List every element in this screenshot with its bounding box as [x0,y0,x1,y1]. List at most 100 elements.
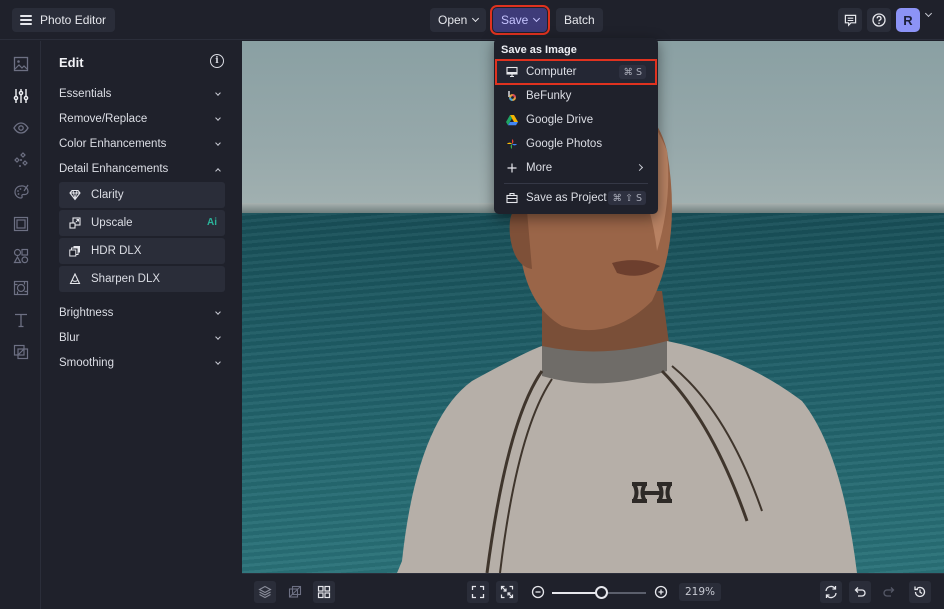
avatar[interactable]: R [896,8,920,32]
section-label: Smoothing [59,357,114,369]
compare-icon [288,585,302,598]
graphics-shapes-icon[interactable] [12,247,29,264]
app-title: Photo Editor [40,13,107,27]
tool-rail [0,41,41,609]
plus-icon [506,162,518,174]
section-brightness[interactable]: Brightness [59,302,225,324]
actual-size-button[interactable] [496,581,518,603]
befunky-logo-icon [506,90,518,102]
refresh-icon [825,585,837,599]
save-to-computer[interactable]: Computer ⌘ S [495,59,657,85]
panel-title: Edit [59,55,84,70]
save-as-project[interactable]: Save as Project ⌘ ⇧ S [496,186,656,210]
fit-to-screen-button[interactable] [467,581,489,603]
comments-button[interactable] [838,8,862,32]
expand-corners-icon [471,585,485,599]
section-smoothing[interactable]: Smoothing [59,352,225,374]
zoom-out-button[interactable] [527,581,549,603]
help-button[interactable] [867,8,891,32]
tool-label: Sharpen DLX [91,273,161,285]
menu-item-label: Google Photos [526,138,603,150]
zoom-in-icon [654,585,668,599]
undo-button[interactable] [849,581,871,603]
chevron-down-icon [215,89,221,96]
section-blur[interactable]: Blur [59,327,225,349]
grid-view-button[interactable] [313,581,335,603]
save-dropdown-menu: Save as Image Computer ⌘ S BeFunky Googl… [494,38,658,214]
tool-upscale[interactable]: Upscale Ai [59,210,225,236]
account-chevron-down-icon[interactable] [924,9,933,18]
section-label: Detail Enhancements [59,163,169,175]
text-icon[interactable] [12,311,29,328]
help-question-icon [872,13,886,27]
shortcut-hint: ⌘ S [619,65,646,79]
chevron-down-icon [472,14,480,23]
menu-divider [504,183,648,184]
section-essentials[interactable]: Essentials [59,83,225,105]
batch-label: Batch [564,13,595,27]
effects-sparkle-icon[interactable] [12,151,29,168]
bottom-toolbar: 219% [242,573,944,609]
app-menu-button[interactable]: Photo Editor [12,8,116,32]
section-remove-replace[interactable]: Remove/Replace [59,108,225,130]
open-button[interactable]: Open [430,8,487,32]
save-label: Save [501,13,529,27]
zoom-out-icon [531,585,545,599]
history-button[interactable] [909,581,931,603]
info-icon[interactable]: i [210,54,224,68]
image-manager-icon[interactable] [12,55,29,72]
briefcase-icon [506,192,518,204]
layers-icon [258,585,272,599]
batch-button[interactable]: Batch [556,8,603,32]
google-photos-icon [506,138,518,150]
chevron-down-icon [215,358,221,365]
chevron-right-icon [635,163,644,172]
grid-icon [317,585,331,599]
chevron-up-icon [215,167,221,174]
collapse-arrows-icon [500,585,514,599]
history-icon [914,586,926,598]
tool-hdr-dlx[interactable]: HDR DLX [59,238,225,264]
frames-icon[interactable] [12,215,29,232]
zoom-slider-fill [552,592,601,594]
diamond-icon [69,189,81,201]
overlays-icon[interactable] [12,279,29,296]
tool-label: Upscale [91,217,133,229]
shortcut-hint: ⌘ ⇧ S [608,191,646,205]
layers-button[interactable] [254,581,276,603]
edit-adjust-icon[interactable] [12,87,29,104]
reset-button[interactable] [820,581,842,603]
hamburger-menu-icon [20,15,32,25]
section-label: Essentials [59,88,112,100]
menu-item-label: Computer [526,66,577,78]
tool-clarity[interactable]: Clarity [59,182,225,208]
save-to-befunky[interactable]: BeFunky [496,84,656,108]
save-more-options[interactable]: More [496,156,656,180]
section-label: Brightness [59,307,114,319]
upscale-icon [69,217,81,229]
zoom-in-button[interactable] [650,581,672,603]
zoom-slider-thumb[interactable] [594,586,608,599]
save-button[interactable]: Save [489,5,551,35]
save-to-google-drive[interactable]: Google Drive [496,108,656,132]
compare-button[interactable] [284,581,306,603]
save-to-google-photos[interactable]: Google Photos [496,132,656,156]
artsy-palette-icon[interactable] [12,183,29,200]
section-detail-enhancements[interactable]: Detail Enhancements [59,158,225,180]
chevron-down-icon [215,308,221,315]
tool-sharpen-dlx[interactable]: Sharpen DLX [59,266,225,292]
tool-label: HDR DLX [91,245,142,257]
textures-icon[interactable] [12,343,29,360]
zoom-slider[interactable] [552,586,646,599]
menu-item-label: More [526,162,553,174]
redo-button[interactable] [878,581,900,603]
zoom-percentage[interactable]: 219% [679,583,722,601]
section-color-enhancements[interactable]: Color Enhancements [59,133,225,155]
menu-item-label: Save as Project [526,192,607,204]
comment-icon [844,14,856,27]
menu-header: Save as Image [501,44,577,56]
top-bar: Photo Editor Open Save Batch R [0,0,944,40]
hdr-stack-icon [69,246,80,257]
edit-panel: Edit i Essentials Remove/Replace Color E… [42,41,242,609]
touch-up-eye-icon[interactable] [12,119,29,136]
